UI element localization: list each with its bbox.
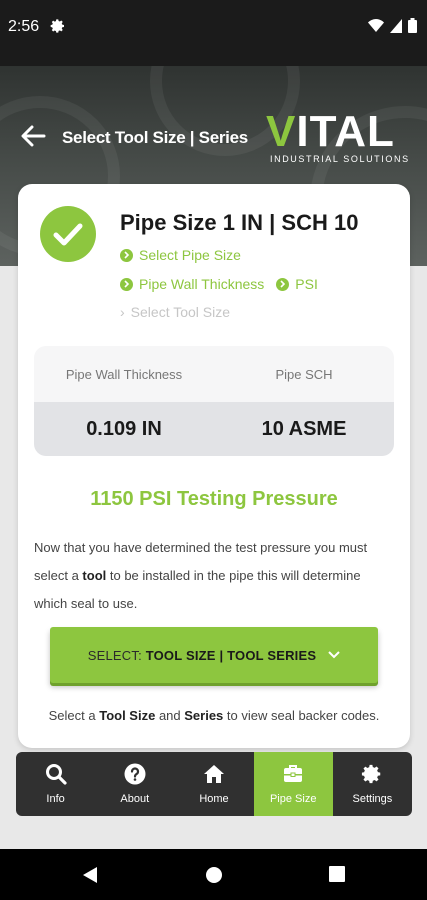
- wall-thickness-value: 0.109 IN: [86, 417, 162, 440]
- nav-label: About: [120, 793, 150, 805]
- hint-segment: Select a: [48, 708, 100, 723]
- step-select-pipe-size[interactable]: Select Pipe Size: [120, 241, 241, 269]
- gear-icon: [362, 764, 381, 784]
- status-bar: 2:56: [0, 0, 427, 66]
- battery-icon: [408, 18, 417, 33]
- nav-pipe-size[interactable]: Pipe Size: [253, 752, 333, 816]
- status-indicators: [368, 18, 417, 33]
- wall-thickness-header: Pipe Wall Thickness: [65, 366, 183, 382]
- home-circle-icon[interactable]: [205, 866, 223, 884]
- wifi-icon: [368, 18, 384, 32]
- status-time: 2:56: [8, 18, 40, 35]
- toolbox-icon: [284, 765, 303, 782]
- chevron-down-icon: [328, 651, 340, 659]
- nav-label: Home: [199, 793, 229, 805]
- tool-size-card: Pipe Size 1 IN | SCH 10 Select Pipe Size…: [18, 184, 410, 748]
- settings-status-icon: [50, 19, 64, 33]
- select-button-label: SELECT: TOOL SIZE | TOOL SERIES: [88, 648, 317, 663]
- step-breadcrumb: Select Pipe Size Pipe Wall Thickness PSI…: [120, 240, 390, 326]
- nav-settings[interactable]: Settings: [333, 752, 412, 816]
- home-icon: [204, 765, 224, 783]
- nav-label: Info: [46, 793, 65, 805]
- chevron-right-icon: [120, 277, 133, 291]
- step-label: PSI: [295, 276, 318, 292]
- pipe-sch-value: 10 ASME: [261, 417, 347, 440]
- page-title: Select Tool Size | Series: [62, 128, 248, 147]
- question-icon: [124, 763, 146, 785]
- instructions-text: Now that you have determined the test pr…: [34, 534, 394, 618]
- select-tool-size-series-button[interactable]: SELECT: TOOL SIZE | TOOL SERIES: [50, 627, 378, 683]
- nav-home[interactable]: Home: [174, 752, 253, 816]
- hint-text: Select a Tool Size and Series to view se…: [18, 708, 410, 723]
- step-label: Select Pipe Size: [139, 247, 241, 263]
- hint-emphasis: Tool Size: [99, 708, 156, 723]
- nav-about[interactable]: About: [95, 752, 174, 816]
- vital-logo: VITAL INDUSTRIAL SOLUTIONS: [266, 110, 410, 166]
- back-triangle-icon[interactable]: [82, 866, 98, 884]
- chevron-right-icon: [276, 277, 290, 291]
- logo-accent-letter: V: [266, 107, 297, 156]
- recents-square-icon[interactable]: [329, 866, 345, 882]
- pipe-info-table: Pipe Wall Thickness Pipe SCH 0.109 IN 10…: [34, 346, 394, 456]
- step-psi[interactable]: PSI: [276, 270, 318, 298]
- nav-label: Pipe Size: [269, 793, 317, 805]
- table-value-row: 0.109 IN 10 ASME: [34, 402, 394, 456]
- system-navigation-bar: [0, 849, 427, 900]
- chevron-right-icon: [120, 248, 133, 262]
- logo-subtitle: INDUSTRIAL SOLUTIONS: [270, 154, 410, 164]
- nav-info[interactable]: Info: [16, 752, 95, 816]
- testing-pressure: 1150 PSI Testing Pressure: [90, 488, 338, 510]
- table-header-row: Pipe Wall Thickness Pipe SCH: [34, 346, 394, 402]
- chevron-right-icon: ›: [120, 304, 125, 320]
- select-prefix: SELECT:: [87, 647, 146, 663]
- bottom-navigation: Info About Home Pipe Size Settings: [16, 752, 412, 816]
- signal-icon: [390, 18, 402, 33]
- pipe-sch-header: Pipe SCH: [275, 366, 333, 382]
- step-pipe-wall-thickness[interactable]: Pipe Wall Thickness: [120, 270, 264, 298]
- hint-segment: to view seal backer codes.: [223, 708, 380, 723]
- step-label: Select Tool Size: [130, 304, 231, 320]
- step-select-tool-size: › Select Tool Size: [120, 298, 230, 326]
- step-label: Pipe Wall Thickness: [139, 276, 265, 292]
- completed-check-icon: [40, 206, 96, 262]
- desc-emphasis: tool: [82, 568, 107, 583]
- back-arrow-icon[interactable]: [20, 124, 46, 148]
- search-icon: [45, 764, 67, 785]
- hint-emphasis: Series: [184, 708, 224, 723]
- logo-wordmark: VITAL: [266, 107, 395, 156]
- nav-label: Settings: [352, 793, 393, 805]
- hint-segment: and: [155, 708, 185, 723]
- select-value: TOOL SIZE | TOOL SERIES: [145, 647, 317, 663]
- pipe-size-heading: Pipe Size 1 IN | SCH 10: [120, 210, 359, 235]
